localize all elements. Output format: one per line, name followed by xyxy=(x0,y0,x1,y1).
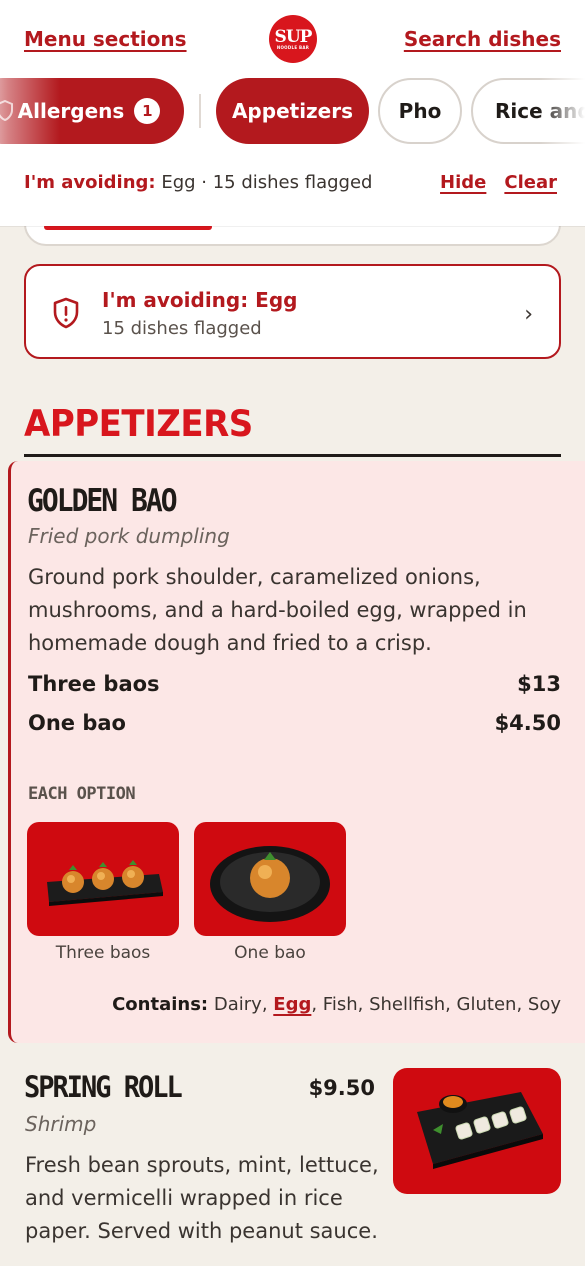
section-divider xyxy=(24,454,561,457)
contains-list-end: , Fish, Shellfish, Gluten, Soy xyxy=(311,994,561,1015)
price-value: $13 xyxy=(517,672,561,696)
item-price: $9.50 xyxy=(308,1076,375,1100)
price-option-label: One bao xyxy=(28,711,126,735)
hide-link[interactable]: Hide xyxy=(440,172,486,193)
price-row: One bao $4.50 xyxy=(28,711,561,735)
avoiding-card-subtitle: 15 dishes flagged xyxy=(102,318,262,339)
option-caption: One bao xyxy=(234,943,306,963)
item-name: GOLDEN BAO xyxy=(27,482,178,519)
shield-alert-icon xyxy=(53,297,79,329)
option-caption: Three baos xyxy=(55,943,151,963)
spring-roll-photo xyxy=(417,1092,543,1169)
price-row: Three baos $13 xyxy=(28,672,561,696)
category-chip-bar[interactable]: Allergens 1 Appetizers Pho Rice and xyxy=(0,78,585,144)
allergen-contains: Contains: Dairy, Egg, Fish, Shellfish, G… xyxy=(112,994,561,1015)
chip-divider xyxy=(199,94,201,128)
chip-scroll-fade xyxy=(539,78,585,144)
price-value: $4.50 xyxy=(494,711,561,735)
price-option-label: Three baos xyxy=(28,672,160,696)
item-description: Fresh bean sprouts, mint, lettuce, and v… xyxy=(25,1153,379,1243)
section-title: APPETIZERS xyxy=(24,402,253,446)
sticky-header: Menu sections SUP NOODLE BAR Search dish… xyxy=(0,0,585,226)
item-subtitle: Fried pork dumpling xyxy=(28,524,230,548)
option-image-three-baos[interactable] xyxy=(27,822,179,936)
menu-sections-link[interactable]: Menu sections xyxy=(24,27,187,51)
allergens-chip[interactable]: Allergens 1 xyxy=(0,78,184,144)
avoiding-summary-text: Egg · 15 dishes flagged xyxy=(155,172,373,193)
search-dishes-link[interactable]: Search dishes xyxy=(404,27,561,51)
chip-pho[interactable]: Pho xyxy=(378,78,462,144)
clear-link[interactable]: Clear xyxy=(504,172,557,193)
logo-subtitle: NOODLE BAR xyxy=(276,44,310,50)
brand-logo[interactable]: SUP NOODLE BAR xyxy=(269,15,317,63)
avoiding-label: I'm avoiding: xyxy=(24,172,156,193)
each-option-heading: EACH OPTION xyxy=(28,784,136,804)
avoiding-actions: Hide Clear xyxy=(440,172,557,193)
allergens-chip-label: Allergens xyxy=(17,99,125,123)
one-bao-photo xyxy=(210,846,330,922)
chevron-right-icon: › xyxy=(524,302,533,327)
allergens-count-badge: 1 xyxy=(134,98,161,124)
item-subtitle: Shrimp xyxy=(25,1112,97,1136)
avoiding-card[interactable]: I'm avoiding: Egg 15 dishes flagged › xyxy=(24,264,561,359)
contains-list-start: Dairy, xyxy=(213,994,268,1015)
chip-appetizers[interactable]: Appetizers xyxy=(216,78,369,144)
option-image-one-bao[interactable] xyxy=(194,822,346,936)
item-name: SPRING ROLL xyxy=(24,1070,183,1105)
allergen-egg-flag[interactable]: Egg xyxy=(273,994,311,1015)
three-baos-photo xyxy=(47,860,163,906)
shield-icon xyxy=(0,100,13,122)
avoiding-summary: I'm avoiding: Egg · 15 dishes flagged xyxy=(24,172,372,193)
item-description: Ground pork shoulder, caramelized onions… xyxy=(28,565,527,655)
logo-wordmark: SUP xyxy=(274,26,313,47)
spring-roll-image[interactable] xyxy=(393,1068,561,1194)
contains-label: Contains: xyxy=(112,994,209,1015)
avoiding-card-title: I'm avoiding: Egg xyxy=(102,288,298,312)
